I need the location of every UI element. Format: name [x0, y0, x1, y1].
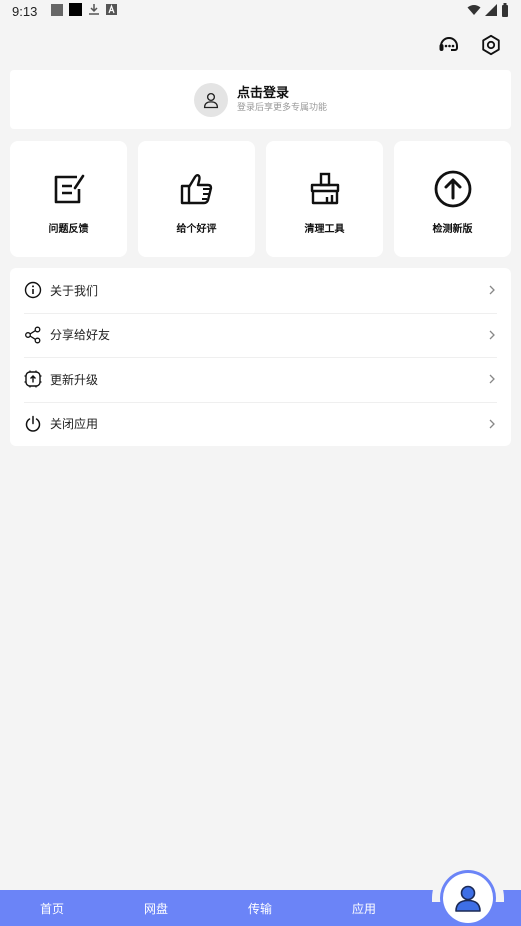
menu-item-label: 关闭应用 — [50, 417, 99, 432]
tile-label: 检测新版 — [432, 224, 473, 235]
tab-cloud-drive[interactable]: 网盘 — [121, 890, 191, 926]
menu-item-label: 更新升级 — [50, 372, 99, 387]
menu-item-update[interactable]: 更新升级 — [10, 357, 511, 402]
tile-rate[interactable]: 给个好评 — [138, 141, 255, 257]
tab-home[interactable]: 首页 — [17, 890, 87, 926]
download-notification-icon — [88, 3, 100, 19]
tile-label: 清理工具 — [304, 224, 345, 235]
profile-tab-button[interactable] — [443, 873, 493, 923]
menu-item-label: 分享给好友 — [50, 328, 111, 343]
settings-icon[interactable] — [479, 33, 503, 57]
power-icon — [24, 415, 42, 433]
broom-icon — [306, 170, 344, 208]
share-icon — [24, 326, 42, 344]
signal-icon — [485, 4, 497, 19]
login-card[interactable]: 点击登录 登录后享更多专属功能 — [10, 70, 511, 129]
top-actions — [437, 33, 503, 57]
tab-transfer[interactable]: 传输 — [225, 890, 295, 926]
chevron-right-icon — [487, 372, 497, 386]
tile-label: 给个好评 — [176, 224, 217, 235]
tile-check-update[interactable]: 检测新版 — [394, 141, 511, 257]
customer-service-icon[interactable] — [437, 33, 461, 57]
wifi-icon — [467, 4, 481, 19]
menu-item-label: 关于我们 — [50, 283, 99, 298]
login-subtitle: 登录后享更多专属功能 — [236, 102, 327, 113]
update-icon — [24, 370, 42, 388]
menu-item-about[interactable]: 关于我们 — [10, 268, 511, 313]
login-title: 点击登录 — [236, 85, 289, 101]
tile-cleaner[interactable]: 清理工具 — [266, 141, 383, 257]
chevron-right-icon — [487, 328, 497, 342]
tab-apps[interactable]: 应用 — [329, 890, 399, 926]
tile-feedback[interactable]: 问题反馈 — [10, 141, 127, 257]
user-icon — [203, 92, 219, 108]
feature-tiles: 问题反馈 给个好评 清理工具 检测新版 — [10, 141, 511, 257]
a-notification-icon — [106, 4, 118, 18]
status-time: 9:13 — [12, 3, 38, 19]
status-bar: 9:13 — [0, 0, 521, 22]
thumbs-up-icon — [178, 170, 216, 208]
battery-icon — [501, 3, 509, 20]
settings-menu: 关于我们 分享给好友 更新升级 关闭应用 — [10, 268, 511, 446]
menu-item-share[interactable]: 分享给好友 — [10, 312, 511, 358]
profile-user-icon — [455, 885, 481, 912]
info-icon — [24, 281, 42, 299]
app-notification-icon — [69, 3, 83, 19]
gallery-notification-icon — [51, 3, 64, 19]
tile-label: 问题反馈 — [48, 224, 89, 235]
chevron-right-icon — [487, 417, 497, 431]
chevron-right-icon — [487, 283, 497, 297]
upload-arrow-icon — [434, 170, 472, 208]
feedback-icon — [50, 170, 88, 208]
menu-item-quit[interactable]: 关闭应用 — [10, 401, 511, 447]
avatar — [193, 82, 228, 117]
